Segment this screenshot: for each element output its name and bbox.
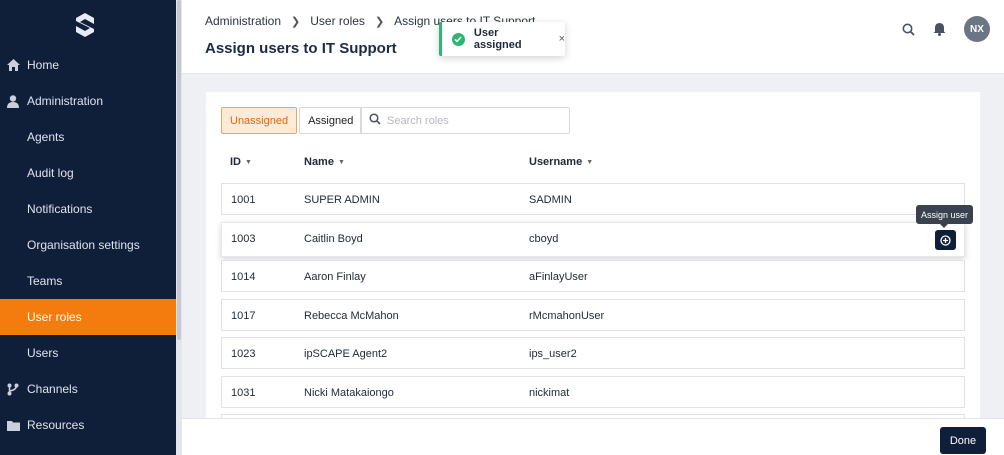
sidebar-item-agents[interactable]: Agents <box>0 119 176 155</box>
sidebar-item-label: Agents <box>27 130 65 144</box>
sidebar-item-label: Audit log <box>27 166 74 180</box>
assign-user-button[interactable] <box>935 230 956 250</box>
table-row[interactable]: 1017 Rebecca McMahon rMcmahonUser <box>221 299 965 331</box>
sidebar-item-users[interactable]: Users <box>0 335 176 371</box>
sidebar-item-channels[interactable]: Channels <box>0 371 176 407</box>
top-bar: Administration ❯ User roles ❯ Assign use… <box>182 0 1004 74</box>
cell-name: SUPER ADMIN <box>304 194 380 206</box>
assign-user-tooltip: Assign user <box>916 205 973 228</box>
check-circle-icon <box>452 32 465 46</box>
tab-unassigned[interactable]: Unassigned <box>221 107 298 134</box>
search-icon[interactable] <box>898 19 918 39</box>
sidebar-item-label: Notifications <box>27 202 93 216</box>
cell-name: Caitlin Boyd <box>304 233 363 245</box>
cell-name: ipSCAPE Agent2 <box>304 348 388 360</box>
column-label: ID <box>230 156 241 168</box>
sort-caret-icon: ▼ <box>337 158 345 166</box>
sidebar-item-label: Home <box>27 58 60 72</box>
chevron-right-icon: ❯ <box>374 15 385 28</box>
column-header-username[interactable]: Username ▼ <box>529 156 593 168</box>
sidebar-item-label: User roles <box>27 310 82 324</box>
column-label: Username <box>529 156 583 168</box>
sidebar-item-label: Teams <box>27 274 63 288</box>
sidebar-item-label: Resources <box>27 418 85 432</box>
table-row[interactable]: 1014 Aaron Finlay aFinlayUser <box>221 260 965 292</box>
bell-icon[interactable] <box>929 19 949 39</box>
toast-notification: User assigned × <box>439 22 565 56</box>
cell-username: SADMIN <box>529 194 572 206</box>
cell-name: Rebecca McMahon <box>304 310 399 322</box>
sidebar-item-user-roles[interactable]: User roles <box>0 299 176 335</box>
cell-username: aFinlayUser <box>529 271 588 283</box>
cell-username: ips_user2 <box>529 348 577 360</box>
sort-caret-icon: ▼ <box>245 158 252 166</box>
cell-username: nickimat <box>529 387 570 399</box>
cell-id: 1003 <box>231 233 256 245</box>
sidebar-item-audit-log[interactable]: Audit log <box>0 155 176 191</box>
search-icon <box>369 113 381 128</box>
column-header-name[interactable]: Name ▼ <box>304 156 345 168</box>
column-label: Name <box>304 156 334 168</box>
cell-id: 1017 <box>231 310 256 322</box>
assign-users-card: Unassigned Assigned ID▼ Name▼ Username▼ … <box>206 92 980 455</box>
table-row[interactable]: 1001 SUPER ADMIN SADMIN <box>221 183 965 215</box>
tab-assigned[interactable]: Assigned <box>299 107 363 134</box>
chevron-right-icon: ❯ <box>291 15 301 28</box>
column-header-id[interactable]: ID ▼ <box>230 156 252 168</box>
cell-username: rMcmahonUser <box>529 310 605 322</box>
search-box <box>360 107 570 134</box>
page-title: Assign users to IT Support <box>205 40 397 57</box>
branch-icon <box>6 382 20 396</box>
toast-message: User assigned <box>473 27 522 51</box>
cell-name: Nicki Matakaiongo <box>304 387 394 399</box>
sidebar-item-notifications[interactable]: Notifications <box>0 191 176 227</box>
table-row[interactable]: 1023 ipSCAPE Agent2 ips_user2 <box>221 337 965 369</box>
cell-id: 1023 <box>231 348 256 360</box>
sidebar-item-label: Users <box>27 346 59 360</box>
cell-id: 1031 <box>231 387 256 399</box>
cell-id: 1014 <box>231 271 256 283</box>
app-logo[interactable] <box>74 12 96 38</box>
avatar[interactable]: NX <box>964 16 990 42</box>
cell-username: cboyd <box>529 233 559 245</box>
search-input[interactable] <box>387 114 557 127</box>
sidebar-item-teams[interactable]: Teams <box>0 263 176 299</box>
sidebar-item-administration[interactable]: Administration <box>0 83 176 119</box>
sidebar-item-label: Channels <box>27 382 78 396</box>
sidebar-item-label: Organisation settings <box>27 238 140 252</box>
header-actions: NX <box>887 16 990 42</box>
plus-circle-icon <box>940 234 951 246</box>
home-icon <box>6 58 20 72</box>
user-icon <box>6 94 20 108</box>
done-button[interactable]: Done <box>940 427 986 454</box>
sidebar: Home Administration Agents Audit log Not… <box>0 0 176 455</box>
cell-name: Aaron Finlay <box>304 271 366 283</box>
footer-bar: Done <box>182 418 1004 455</box>
breadcrumb-administration[interactable]: Administration <box>205 14 281 28</box>
table-row[interactable]: 1003 Caitlin Boyd cboyd <box>221 222 965 257</box>
close-icon[interactable]: × <box>559 33 565 45</box>
cell-id: 1001 <box>231 194 256 206</box>
folder-icon <box>6 418 20 432</box>
scrollbar-thumb[interactable] <box>177 0 181 340</box>
breadcrumb-user-roles[interactable]: User roles <box>310 14 365 28</box>
sort-caret-icon: ▼ <box>586 158 594 166</box>
filter-tabs: Unassigned Assigned <box>221 107 363 134</box>
sidebar-item-resources[interactable]: Resources <box>0 407 176 443</box>
sidebar-item-organisation-settings[interactable]: Organisation settings <box>0 227 176 263</box>
sidebar-item-home[interactable]: Home <box>0 47 176 83</box>
table-row[interactable]: 1031 Nicki Matakaiongo nickimat <box>221 376 965 408</box>
sidebar-item-label: Administration <box>27 94 104 108</box>
